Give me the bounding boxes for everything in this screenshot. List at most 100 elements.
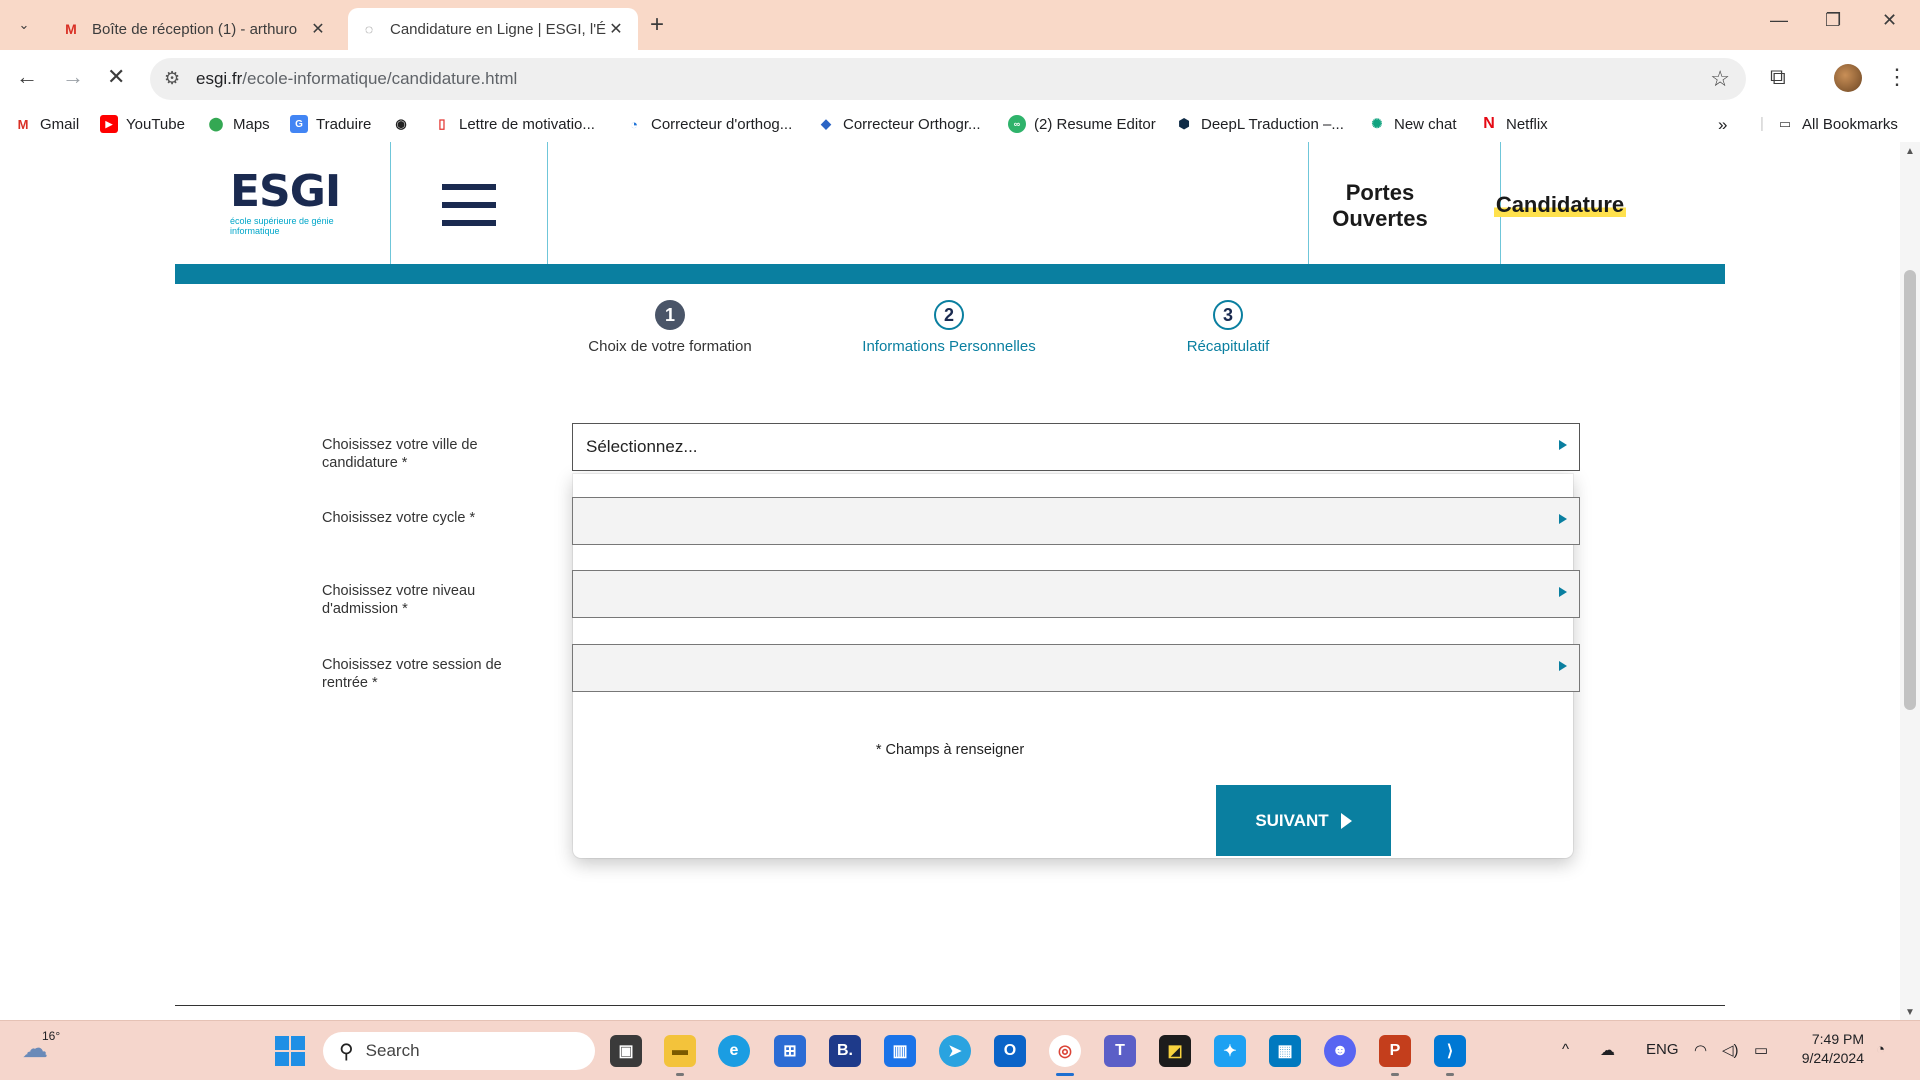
select-arrow-icon xyxy=(1559,661,1567,671)
file-explorer-icon[interactable]: ▬ xyxy=(664,1035,696,1067)
minimize-icon[interactable]: — xyxy=(1770,10,1788,31)
step-label: Informations Personnelles xyxy=(862,338,1036,355)
bookmark-deepl[interactable]: ⬢ DeepL Traduction –... xyxy=(1175,115,1344,133)
esgi-logo[interactable]: ESGI école supérieure de génie informati… xyxy=(230,170,341,237)
suivant-label: SUIVANT xyxy=(1255,810,1329,830)
bookmark-correcteur-1[interactable]: ◔ Correcteur d'orthog... xyxy=(625,115,792,133)
netflix-icon: N xyxy=(1483,115,1495,132)
session-label: Choisissez votre session de rentrée * xyxy=(322,657,502,691)
chevron-up-icon[interactable]: ^ xyxy=(1562,1041,1569,1058)
all-bookmarks-button[interactable]: ▭ All Bookmarks xyxy=(1776,115,1898,133)
system-clock[interactable]: 7:49 PM 9/24/2024 xyxy=(1792,1030,1864,1068)
trello-icon[interactable]: ▦ xyxy=(1269,1035,1301,1067)
windows-taskbar: ☁ 16° ⚲ Search ▣ ▬ e ⊞ B. ▥ ➤ O ◎ T ◩ ✦ … xyxy=(0,1020,1920,1080)
onedrive-icon[interactable]: ☁ xyxy=(1600,1041,1615,1059)
taskbar-search[interactable]: ⚲ Search xyxy=(323,1032,595,1070)
edge-icon[interactable]: e xyxy=(718,1035,750,1067)
bookmark-label: Correcteur d'orthog... xyxy=(651,115,793,133)
step-informations[interactable]: 2 Informations Personnelles xyxy=(819,300,1079,355)
weather-widget[interactable]: ☁ 16° xyxy=(22,1029,60,1064)
niveau-select[interactable] xyxy=(572,570,1580,618)
store-icon[interactable]: ⊞ xyxy=(774,1035,806,1067)
volume-icon[interactable]: ◁) xyxy=(1722,1041,1739,1059)
suivant-button[interactable]: SUIVANT xyxy=(1216,785,1391,856)
bookmark-star-icon[interactable]: ☆ xyxy=(1710,66,1730,92)
outlook-icon[interactable]: O xyxy=(994,1035,1026,1067)
tab-gmail[interactable]: M Boîte de réception (1) - arthuro ✕ xyxy=(50,8,340,50)
bookmark-gmail[interactable]: M Gmail xyxy=(14,115,80,133)
bookmark-correcteur-2[interactable]: ◆ Correcteur Orthogr... xyxy=(817,115,981,133)
header-divider xyxy=(390,142,391,264)
portes-ouvertes-link[interactable]: Portes Ouvertes xyxy=(1310,180,1450,232)
new-tab-button[interactable]: + xyxy=(650,11,664,39)
bookmark-resume-editor[interactable]: ∞ (2) Resume Editor xyxy=(1008,115,1156,133)
step-number: 1 xyxy=(655,300,685,330)
maps-icon: ⬤ xyxy=(208,116,224,131)
scrollbar-thumb[interactable] xyxy=(1904,270,1916,710)
bookmark-globe[interactable]: ◉ xyxy=(392,115,418,133)
twitter-icon[interactable]: ✦ xyxy=(1214,1035,1246,1067)
select-arrow-icon xyxy=(1559,587,1567,597)
language-indicator[interactable]: ENG xyxy=(1646,1041,1679,1058)
bookmark-netflix[interactable]: N Netflix xyxy=(1480,115,1547,133)
bookmark-new-chat[interactable]: ✺ New chat xyxy=(1368,115,1457,133)
address-bar[interactable]: ⚙ esgi.fr/ecole-informatique/candidature… xyxy=(150,58,1746,100)
resume-icon: ∞ xyxy=(1008,115,1026,133)
bookmarks-divider: | xyxy=(1760,115,1764,132)
bookmark-label: Correcteur Orthogr... xyxy=(843,115,981,133)
window-close-icon[interactable]: ✕ xyxy=(1882,10,1897,31)
scroll-up-icon[interactable]: ▲ xyxy=(1905,146,1915,157)
bookmark-youtube[interactable]: ▶ YouTube xyxy=(100,115,185,133)
notification-icon[interactable]: ◔ xyxy=(1876,1041,1885,1058)
more-menu-icon[interactable]: ⋮ xyxy=(1886,64,1908,90)
bookmark-label: (2) Resume Editor xyxy=(1034,115,1156,133)
battery-icon[interactable]: ▭ xyxy=(1754,1041,1768,1059)
ville-select[interactable]: Sélectionnez... xyxy=(572,423,1580,471)
site-info-icon[interactable]: ⚙ xyxy=(164,68,180,89)
bookmark-traduire[interactable]: G Traduire xyxy=(290,115,371,133)
gmail-icon: M xyxy=(17,116,29,132)
header-divider xyxy=(547,142,548,264)
teams-icon[interactable]: T xyxy=(1104,1035,1136,1067)
sticky-notes-icon[interactable]: ◩ xyxy=(1159,1035,1191,1067)
cycle-select[interactable] xyxy=(572,497,1580,545)
required-fields-note: * Champs à renseigner xyxy=(875,742,1025,758)
browser-toolbar: ← → ✕ ⚙ esgi.fr/ecole-informatique/candi… xyxy=(0,50,1920,108)
forward-icon[interactable]: → xyxy=(62,64,84,90)
ville-label: Choisissez votre ville de candidature * xyxy=(322,437,478,471)
bookmark-label: Gmail xyxy=(40,115,80,133)
tab-candidature[interactable]: ◌ Candidature en Ligne | ESGI, l'É ✕ xyxy=(348,8,638,50)
step-formation[interactable]: 1 Choix de votre formation xyxy=(540,300,800,355)
candidature-link[interactable]: Candidature xyxy=(1465,192,1655,218)
task-view-icon[interactable]: ▣ xyxy=(610,1035,642,1067)
bookmark-maps[interactable]: ⬤ Maps xyxy=(207,115,270,133)
stop-loading-icon[interactable]: ✕ xyxy=(107,64,125,90)
azure-icon[interactable]: ▥ xyxy=(884,1035,916,1067)
telegram-icon[interactable]: ➤ xyxy=(939,1035,971,1067)
back-icon[interactable]: ← xyxy=(16,64,38,90)
wifi-icon[interactable]: ◠ xyxy=(1694,1041,1707,1059)
page-scrollbar[interactable]: ▲ ▼ xyxy=(1900,142,1920,1020)
tab-title: Candidature en Ligne | ESGI, l'É xyxy=(390,20,606,38)
close-icon[interactable]: ✕ xyxy=(308,19,328,39)
bookmark-lettre[interactable]: ▯ Lettre de motivatio... xyxy=(433,115,594,133)
windows-start-icon[interactable] xyxy=(275,1036,305,1066)
extensions-icon[interactable]: ⧉ xyxy=(1770,64,1786,90)
step-recapitulatif[interactable]: 3 Récapitulatif xyxy=(1098,300,1358,355)
session-select[interactable] xyxy=(572,644,1580,692)
hamburger-menu-icon[interactable] xyxy=(442,184,496,226)
search-placeholder: Search xyxy=(365,1041,420,1060)
booking-icon[interactable]: B. xyxy=(829,1035,861,1067)
more-bookmarks-icon[interactable]: » xyxy=(1718,115,1727,135)
powerpoint-icon[interactable]: P xyxy=(1379,1035,1411,1067)
vscode-icon[interactable]: ⟩ xyxy=(1434,1035,1466,1067)
close-icon[interactable]: ✕ xyxy=(606,19,626,39)
chrome-icon[interactable]: ◎ xyxy=(1049,1035,1081,1067)
restore-icon[interactable]: ❐ xyxy=(1825,10,1841,31)
scroll-down-icon[interactable]: ▼ xyxy=(1905,1007,1915,1018)
discord-icon[interactable]: ☻ xyxy=(1324,1035,1356,1067)
tab-search-menu-button[interactable]: ⌄ xyxy=(8,9,40,41)
site-header: ESGI école supérieure de génie informati… xyxy=(175,142,1725,264)
profile-avatar[interactable] xyxy=(1834,64,1862,92)
step-number: 2 xyxy=(934,300,964,330)
